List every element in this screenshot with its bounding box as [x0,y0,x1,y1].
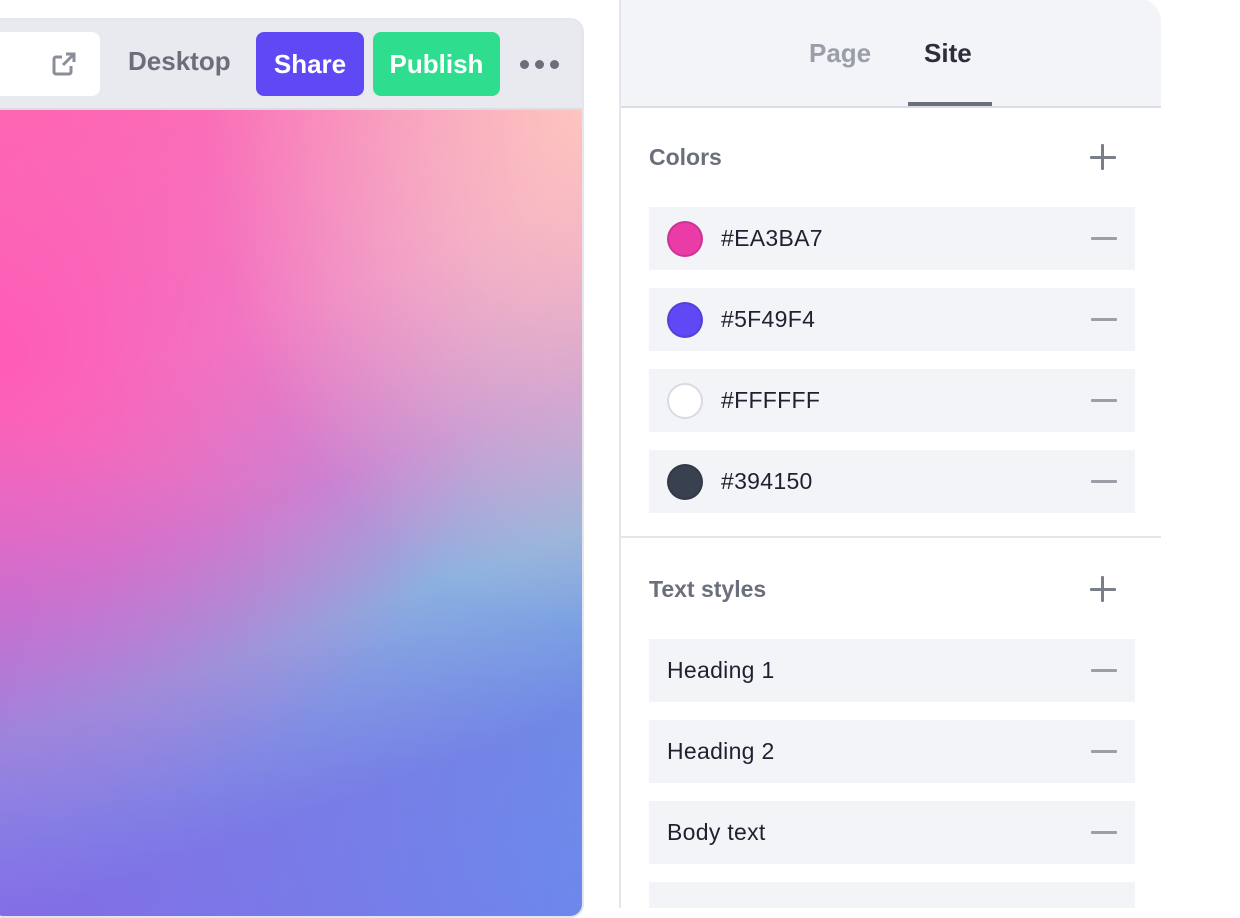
more-dot [535,59,544,69]
url-field[interactable] [0,32,100,96]
color-row[interactable]: #394150 [649,450,1135,513]
text-style-label: Body text [667,819,766,845]
text-style-row[interactable]: Heading 2 [649,720,1135,783]
remove-text-style-minus-icon[interactable] [1091,831,1117,834]
external-link-icon[interactable] [50,50,78,78]
remove-color-minus-icon[interactable] [1091,399,1117,402]
text-style-label: Heading 1 [667,657,775,683]
section-divider [621,536,1161,538]
text-style-row[interactable]: Heading 1 [649,639,1135,702]
color-swatch[interactable] [667,463,703,500]
remove-color-minus-icon[interactable] [1091,480,1117,483]
text-styles-heading: Text styles [649,576,767,602]
share-button[interactable]: Share [256,32,364,96]
color-row[interactable]: #FFFFFF [649,369,1135,432]
color-row[interactable]: #5F49F4 [649,288,1135,351]
more-dot [550,59,559,69]
editor-frame: Desktop Share Publish [0,18,584,918]
add-text-style-plus-icon[interactable] [1088,574,1118,604]
color-hex: #5F49F4 [721,306,816,332]
tab-page[interactable]: Page [809,38,871,69]
remove-color-minus-icon[interactable] [1091,318,1117,321]
color-row[interactable]: #EA3BA7 [649,207,1135,270]
text-style-label: Heading 2 [667,738,775,764]
device-selector[interactable]: Desktop [128,46,231,77]
site-settings-panel: Page Site Colors #EA3BA7 #5F49F4 #FFFFFF… [619,0,1161,908]
page-canvas-preview[interactable] [0,110,582,916]
color-swatch[interactable] [667,382,703,419]
publish-button[interactable]: Publish [373,32,500,96]
text-style-row[interactable]: Body text [649,801,1135,864]
text-style-row[interactable] [649,882,1135,908]
remove-text-style-minus-icon[interactable] [1091,669,1117,672]
color-swatch[interactable] [667,220,703,257]
add-color-plus-icon[interactable] [1088,142,1118,172]
more-options-icon[interactable] [520,54,560,74]
active-tab-indicator [908,102,992,106]
tab-site[interactable]: Site [924,38,972,69]
color-hex: #EA3BA7 [721,225,823,251]
colors-heading: Colors [649,144,722,170]
panel-tabs: Page Site [621,0,1161,108]
remove-color-minus-icon[interactable] [1091,237,1117,240]
color-swatch[interactable] [667,301,703,338]
more-dot [520,59,529,69]
color-hex: #FFFFFF [721,387,821,413]
color-hex: #394150 [721,468,813,494]
remove-text-style-minus-icon[interactable] [1091,750,1117,753]
editor-toolbar: Desktop Share Publish [0,20,582,110]
